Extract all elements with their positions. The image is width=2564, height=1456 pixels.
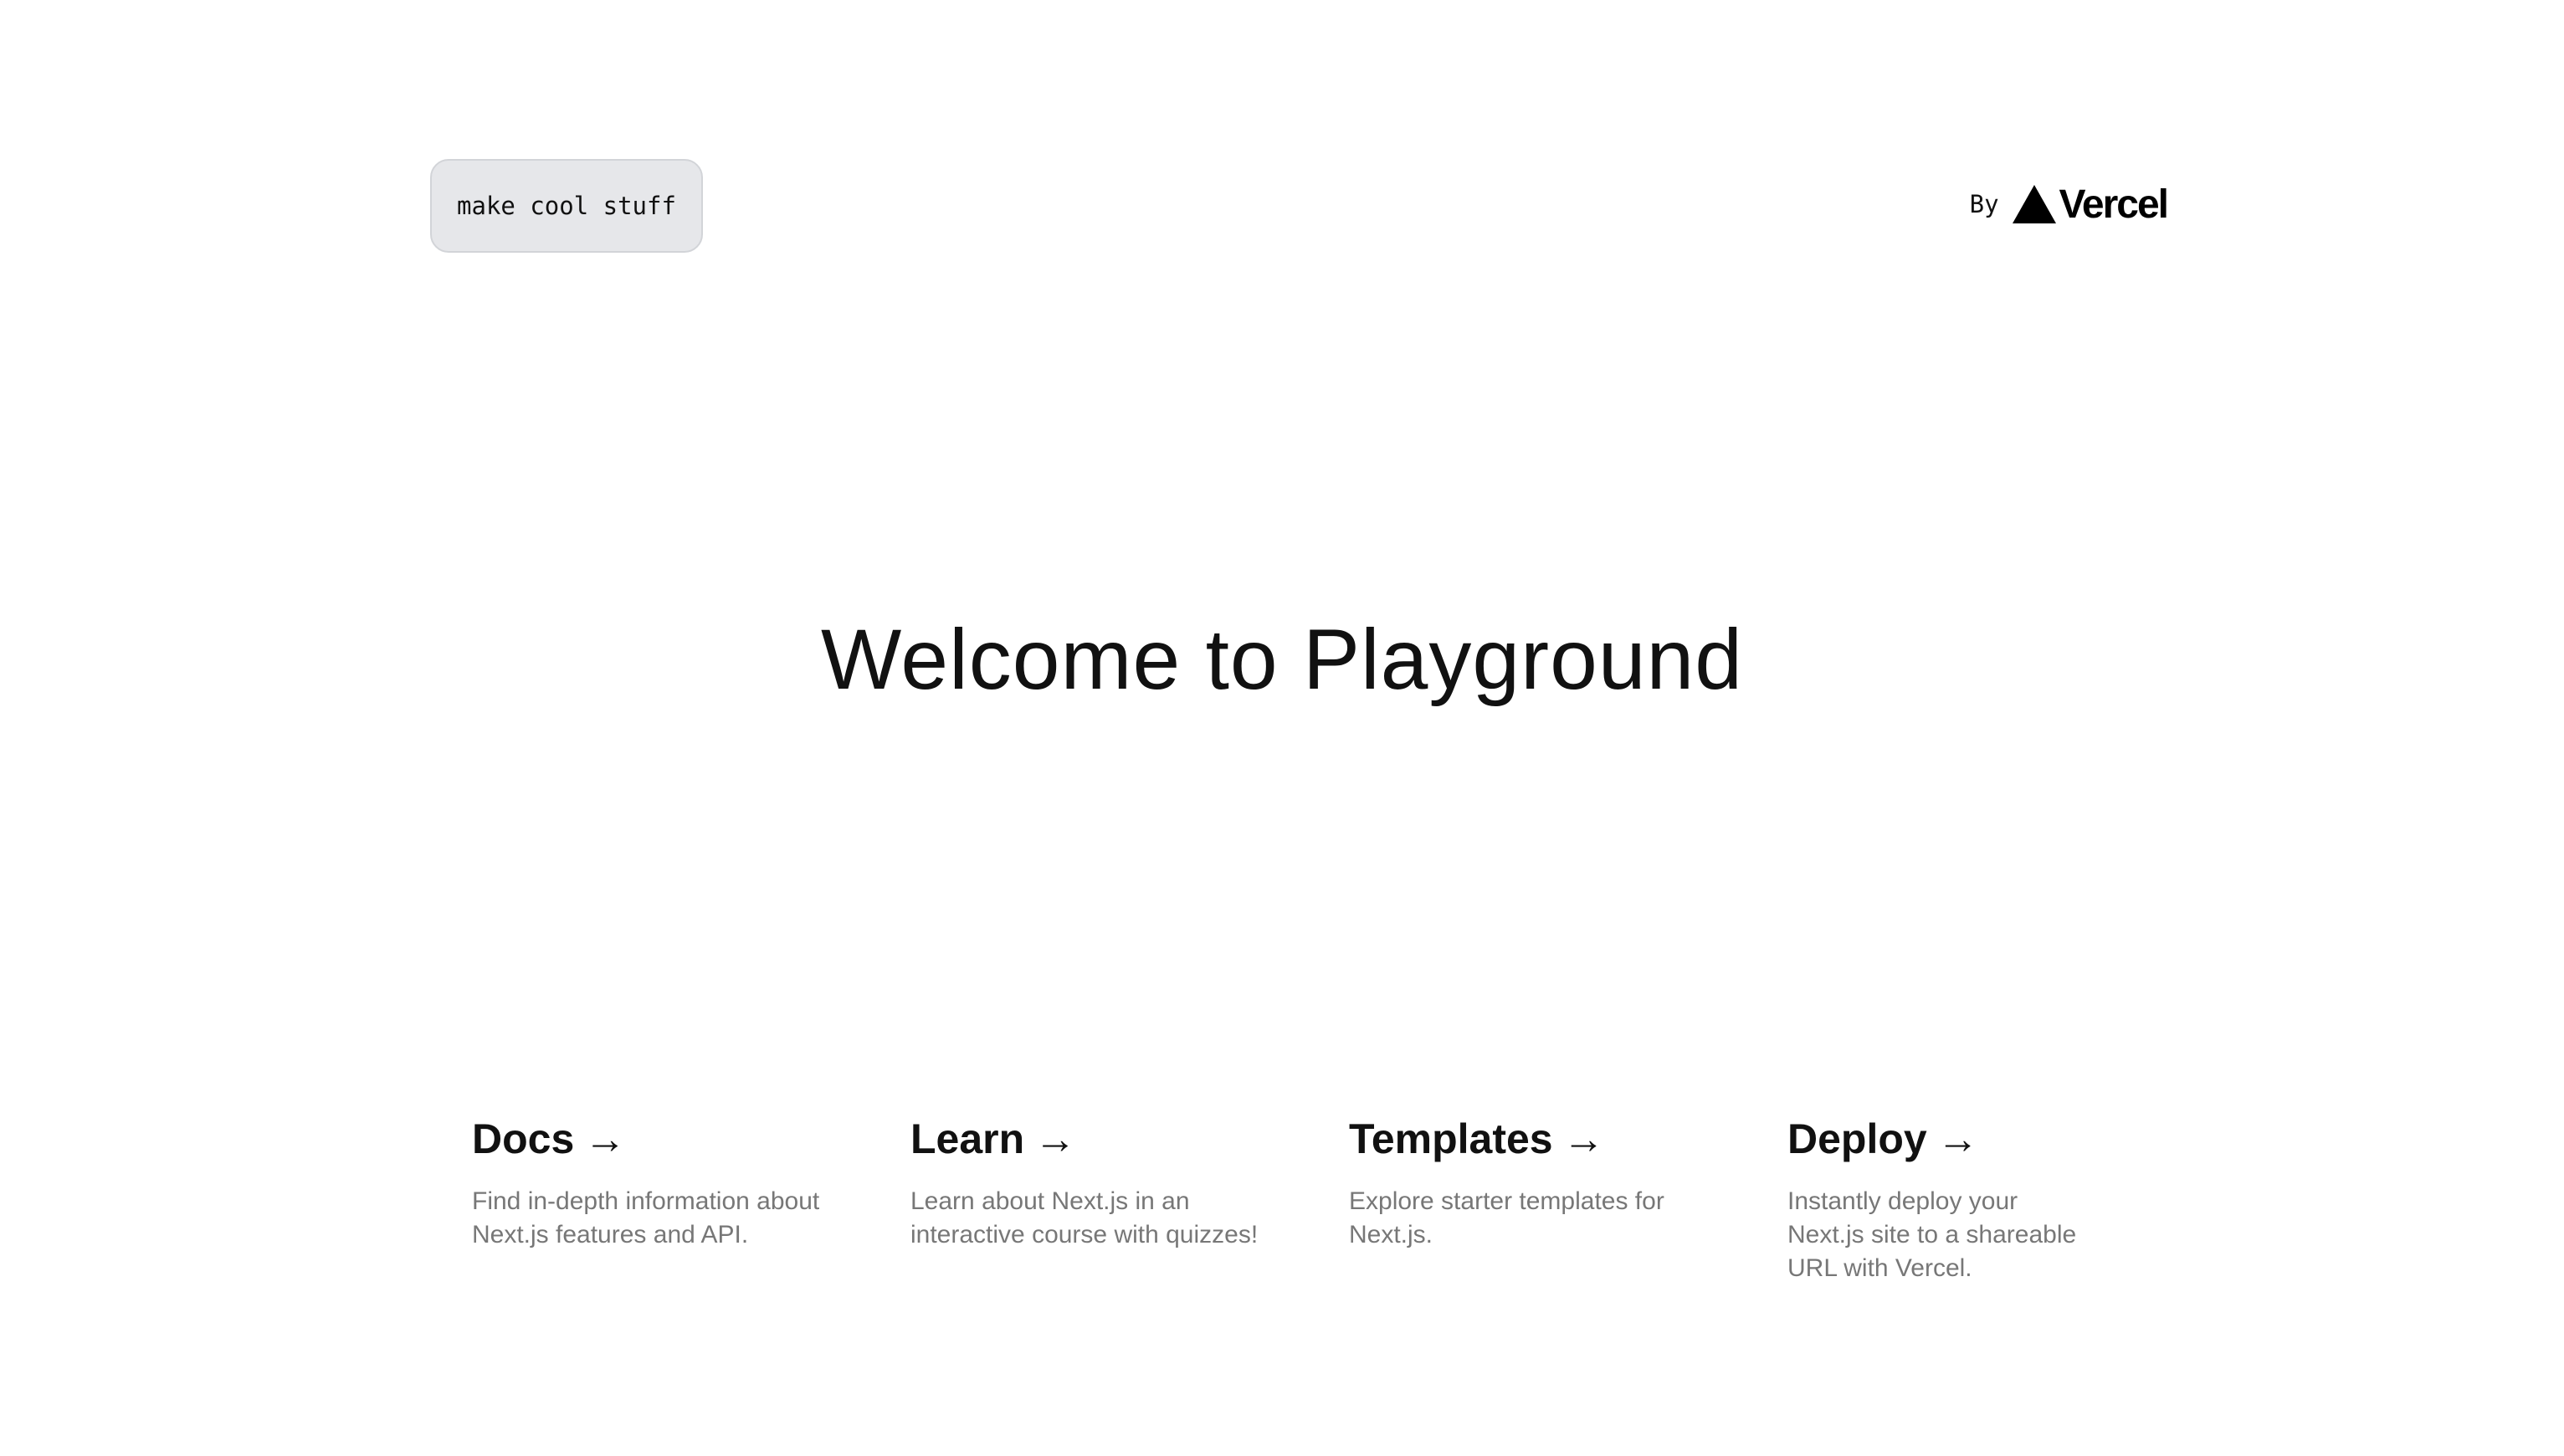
vercel-logo: Vercel	[2012, 182, 2169, 228]
card-learn[interactable]: Learn → Learn about Next.js in an intera…	[877, 1103, 1315, 1297]
arrow-right-icon: →	[1936, 1115, 1979, 1162]
card-title: Templates →	[1349, 1115, 1720, 1163]
arrow-right-icon: →	[584, 1115, 627, 1162]
card-templates[interactable]: Templates → Explore starter templates fo…	[1315, 1103, 1754, 1297]
card-deploy[interactable]: Deploy → Instantly deploy your Next.js s…	[1754, 1103, 2192, 1297]
vercel-wordmark: Vercel	[2059, 182, 2169, 227]
card-title-text: Docs	[472, 1115, 575, 1162]
arrow-right-icon: →	[1034, 1115, 1077, 1162]
card-docs[interactable]: Docs → Find in-depth information about N…	[438, 1103, 877, 1297]
vercel-link[interactable]: By Vercel	[1969, 179, 2169, 229]
card-title-text: Deploy	[1787, 1115, 1927, 1162]
vercel-triangle-icon	[2012, 185, 2056, 223]
card-description: Explore starter templates for Next.js.	[1349, 1187, 1664, 1248]
card-grid: Docs → Find in-depth information about N…	[438, 1103, 2192, 1297]
page: make cool stuff By Vercel Welcome to Pla…	[0, 0, 2564, 1456]
tagline-badge: make cool stuff	[430, 159, 703, 253]
card-description: Instantly deploy your Next.js site to a …	[1787, 1187, 2077, 1282]
page-title: Welcome to Playground	[820, 612, 1743, 707]
card-title-text: Templates	[1349, 1115, 1553, 1162]
card-title: Learn →	[910, 1115, 1282, 1163]
card-description: Find in-depth information about Next.js …	[472, 1187, 820, 1248]
card-description: Learn about Next.js in an interactive co…	[910, 1187, 1259, 1248]
card-title: Deploy →	[1787, 1115, 2159, 1163]
by-label: By	[1969, 190, 1999, 218]
card-title: Docs →	[472, 1115, 844, 1163]
card-title-text: Learn	[910, 1115, 1025, 1162]
tagline-text: make cool stuff	[457, 192, 676, 220]
arrow-right-icon: →	[1562, 1115, 1605, 1162]
